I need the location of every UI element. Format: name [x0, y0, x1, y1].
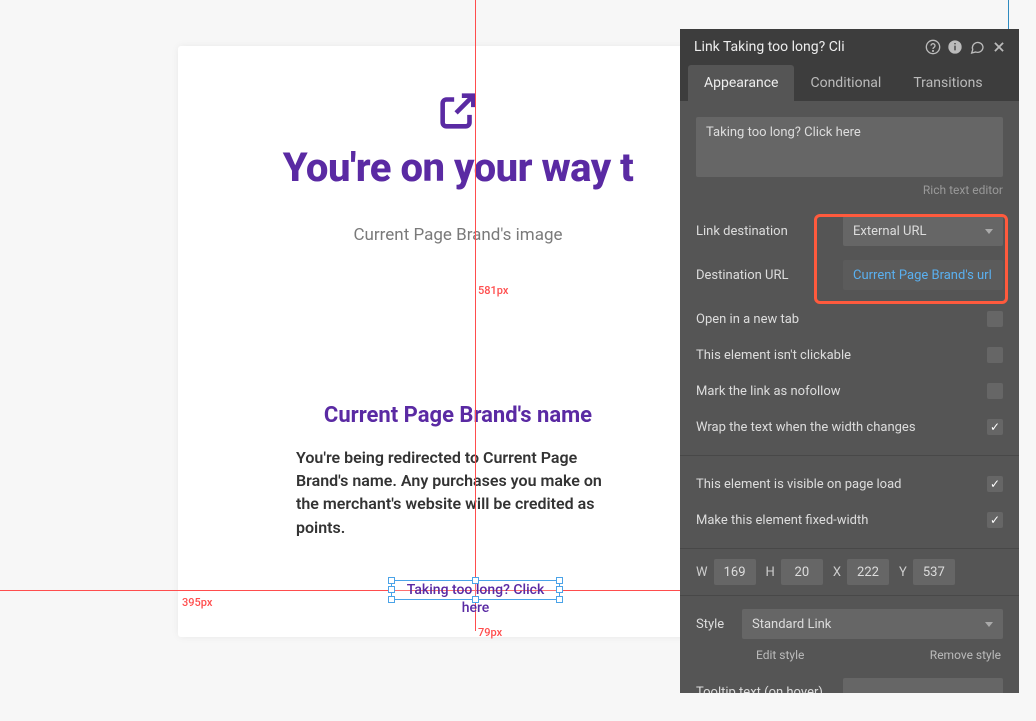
checkbox-fixed-width[interactable] [987, 512, 1003, 528]
label-not-clickable: This element isn't clickable [696, 348, 987, 363]
row-destination-url: Destination URL Current Page Brand's url [696, 257, 1003, 293]
dim-x-input[interactable] [847, 559, 889, 585]
headline-text: You're on your way t [218, 144, 698, 191]
horizontal-guide [0, 590, 680, 591]
resize-handle-nw[interactable] [388, 577, 395, 584]
row-tooltip: Tooltip text (on hover) [696, 678, 1003, 693]
select-style-value: Standard Link [752, 617, 831, 632]
resize-handle-e[interactable] [556, 586, 563, 593]
resize-handle-s[interactable] [472, 596, 479, 603]
measure-left: 395px [182, 596, 212, 609]
label-style: Style [696, 617, 742, 632]
dim-y-input[interactable] [913, 559, 955, 585]
text-content-input[interactable] [696, 117, 1003, 177]
resize-handle-se[interactable] [556, 596, 563, 603]
field-destination-url-value: Current Page Brand's url [853, 268, 992, 283]
row-nofollow: Mark the link as nofollow [696, 373, 1003, 409]
dim-w-input[interactable] [714, 559, 756, 585]
top-guide [1008, 0, 1009, 30]
resize-handle-w[interactable] [388, 586, 395, 593]
measure-bottom: 79px [478, 626, 502, 639]
redirect-description: You're being redirected to Current Page … [218, 446, 698, 539]
panel-title: Link Taking too long? Cli [694, 39, 921, 55]
properties-panel: Link Taking too long? Cli Appearance Con… [680, 29, 1019, 693]
label-open-newtab: Open in a new tab [696, 312, 987, 327]
dim-y-label: Y [899, 565, 907, 580]
vertical-guide [475, 0, 476, 631]
preview-card: You're on your way t Current Page Brand'… [178, 46, 738, 637]
label-fixed-width: Make this element fixed-width [696, 513, 987, 528]
row-style: Style Standard Link [696, 606, 1003, 642]
dim-h-input[interactable] [781, 559, 823, 585]
tab-appearance[interactable]: Appearance [688, 65, 794, 101]
info-icon[interactable] [945, 37, 965, 57]
resize-handle-sw[interactable] [388, 596, 395, 603]
checkbox-nofollow[interactable] [987, 383, 1003, 399]
panel-body[interactable]: Rich text editor Link destination Extern… [680, 101, 1019, 693]
checkbox-visible-on-load[interactable] [987, 476, 1003, 492]
chevron-down-icon [985, 229, 993, 234]
label-link-destination: Link destination [696, 224, 843, 239]
checkbox-open-newtab[interactable] [987, 311, 1003, 327]
remove-style-link[interactable]: Remove style [930, 648, 1001, 662]
chevron-down-icon [985, 622, 993, 627]
tab-transitions[interactable]: Transitions [897, 65, 998, 101]
separator [680, 548, 1019, 549]
checkbox-wrap-text[interactable] [987, 419, 1003, 435]
comment-icon[interactable] [967, 37, 987, 57]
selected-element[interactable]: Taking too long? Click here [391, 580, 560, 600]
style-links: Edit style Remove style [696, 648, 1003, 662]
row-link-destination: Link destination External URL [696, 213, 1003, 249]
row-not-clickable: This element isn't clickable [696, 337, 1003, 373]
select-style[interactable]: Standard Link [742, 609, 1003, 639]
separator [680, 455, 1019, 456]
separator [680, 595, 1019, 596]
resize-handle-n[interactable] [472, 577, 479, 584]
row-dimensions: W H X Y [696, 559, 1003, 585]
help-icon[interactable] [923, 37, 943, 57]
resize-handle-ne[interactable] [556, 577, 563, 584]
rich-text-editor-link[interactable]: Rich text editor [696, 183, 1003, 197]
select-link-destination[interactable]: External URL [843, 216, 1003, 246]
label-visible-on-load: This element is visible on page load [696, 477, 987, 492]
checkbox-not-clickable[interactable] [987, 347, 1003, 363]
brand-image-placeholder: Current Page Brand's image [218, 225, 698, 245]
close-icon[interactable] [989, 37, 1009, 57]
label-wrap-text: Wrap the text when the width changes [696, 420, 987, 435]
row-fixed-width: Make this element fixed-width [696, 502, 1003, 538]
label-nofollow: Mark the link as nofollow [696, 384, 987, 399]
label-tooltip: Tooltip text (on hover) [696, 685, 843, 694]
row-wrap-text: Wrap the text when the width changes [696, 409, 1003, 445]
external-link-icon [218, 88, 698, 138]
select-link-destination-value: External URL [853, 224, 926, 239]
dim-h-label: H [766, 565, 775, 580]
tooltip-input[interactable] [843, 678, 1003, 693]
measure-right: 581px [478, 284, 508, 297]
dim-w-label: W [696, 565, 708, 580]
field-destination-url[interactable]: Current Page Brand's url [843, 260, 1003, 290]
dim-x-label: X [833, 565, 841, 580]
row-visible-on-load: This element is visible on page load [696, 466, 1003, 502]
label-destination-url: Destination URL [696, 268, 843, 283]
panel-header[interactable]: Link Taking too long? Cli [680, 29, 1019, 65]
edit-style-link[interactable]: Edit style [756, 648, 804, 662]
panel-tabs: Appearance Conditional Transitions [680, 65, 1019, 101]
tab-conditional[interactable]: Conditional [794, 65, 897, 101]
brand-name-heading: Current Page Brand's name [218, 403, 698, 428]
row-open-newtab: Open in a new tab [696, 301, 1003, 337]
